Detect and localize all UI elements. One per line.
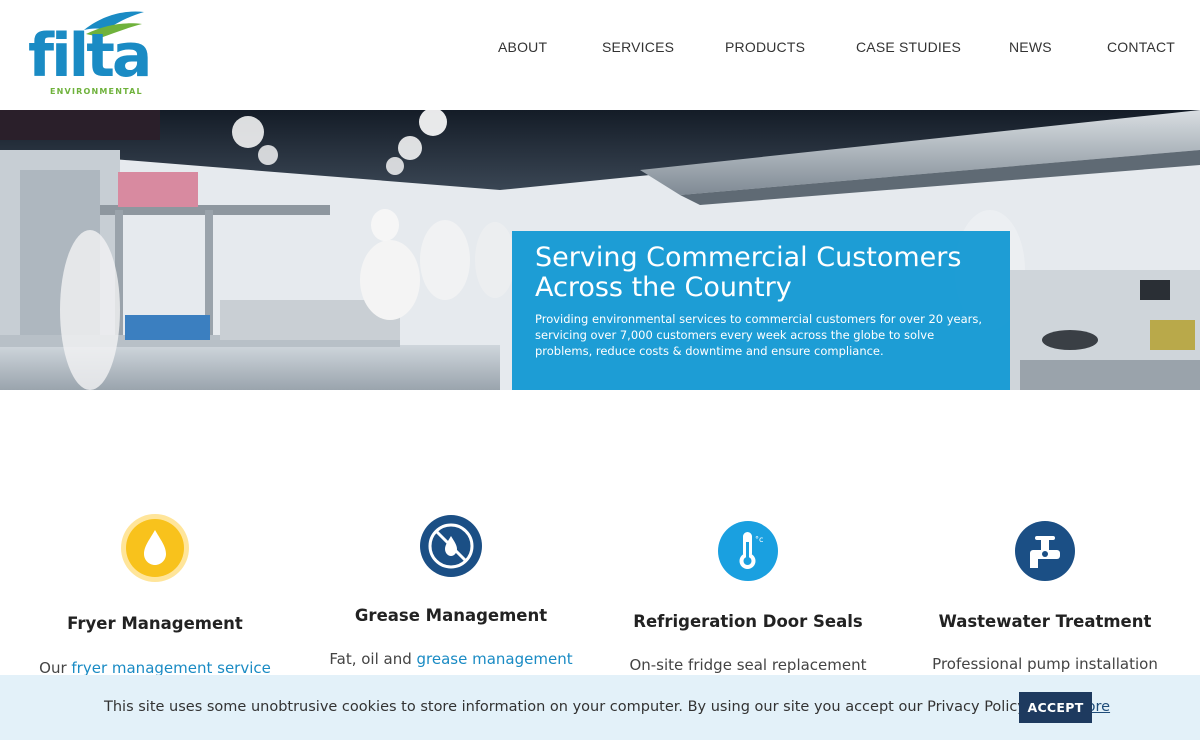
no-grease-icon bbox=[420, 515, 482, 577]
service-title: Grease Management bbox=[354, 606, 548, 625]
desc-text: Fat, oil and bbox=[329, 650, 417, 668]
nav-products[interactable]: PRODUCTS bbox=[725, 39, 805, 55]
nav-contact[interactable]: CONTACT bbox=[1107, 39, 1175, 55]
svg-text:°c: °c bbox=[755, 535, 763, 544]
hero-title: Serving Commercial Customers Across the … bbox=[535, 243, 988, 303]
desc-text: Professional pump installation bbox=[932, 655, 1158, 673]
hero-callout: Serving Commercial Customers Across the … bbox=[512, 231, 1010, 390]
hero-title-line1: Serving Commercial Customers bbox=[535, 242, 962, 273]
site-header: filta ENVIRONMENTAL ABOUT SERVICES PRODU… bbox=[0, 0, 1200, 110]
cookie-banner: This site uses some unobtrusive cookies … bbox=[0, 675, 1200, 740]
filta-logo[interactable]: filta ENVIRONMENTAL bbox=[26, 8, 152, 100]
grease-management-link[interactable]: grease management bbox=[417, 650, 573, 668]
service-title: Wastewater Treatment bbox=[938, 612, 1152, 631]
service-description: On-site fridge seal replacement bbox=[603, 656, 893, 674]
service-title: Fryer Management bbox=[67, 614, 243, 633]
hero-banner: Serving Commercial Customers Across the … bbox=[0, 110, 1200, 390]
oil-drop-icon bbox=[121, 514, 189, 582]
service-grease[interactable]: Grease Management Fat, oil and grease ma… bbox=[306, 510, 596, 680]
logo-subtitle: ENVIRONMENTAL bbox=[50, 87, 143, 96]
service-title: Refrigeration Door Seals bbox=[633, 612, 863, 631]
logo-wordmark: filta bbox=[28, 21, 152, 91]
thermometer-icon: °c bbox=[718, 521, 778, 581]
nav-about[interactable]: ABOUT bbox=[498, 39, 547, 55]
nav-case-studies[interactable]: CASE STUDIES bbox=[856, 39, 961, 55]
hero-description: Providing environmental services to comm… bbox=[535, 312, 983, 358]
valve-pipe-icon bbox=[1015, 521, 1075, 581]
desc-text: On-site fridge seal replacement bbox=[629, 656, 867, 674]
service-refrigeration[interactable]: °c Refrigeration Door Seals On-site frid… bbox=[603, 510, 893, 680]
service-wastewater[interactable]: Wastewater Treatment Professional pump i… bbox=[900, 510, 1190, 680]
nav-services[interactable]: SERVICES bbox=[602, 39, 674, 55]
nav-news[interactable]: NEWS bbox=[1009, 39, 1052, 55]
service-description: Professional pump installation bbox=[900, 655, 1190, 673]
service-fryer[interactable]: Fryer Management Our fryer management se… bbox=[10, 510, 300, 680]
service-description: Fat, oil and grease management bbox=[306, 650, 596, 668]
accept-button[interactable]: ACCEPT bbox=[1019, 692, 1092, 723]
hero-title-line2: Across the Country bbox=[535, 272, 792, 303]
cookie-message: This site uses some unobtrusive cookies … bbox=[104, 699, 1110, 715]
cookie-text: This site uses some unobtrusive cookies … bbox=[104, 699, 1029, 715]
